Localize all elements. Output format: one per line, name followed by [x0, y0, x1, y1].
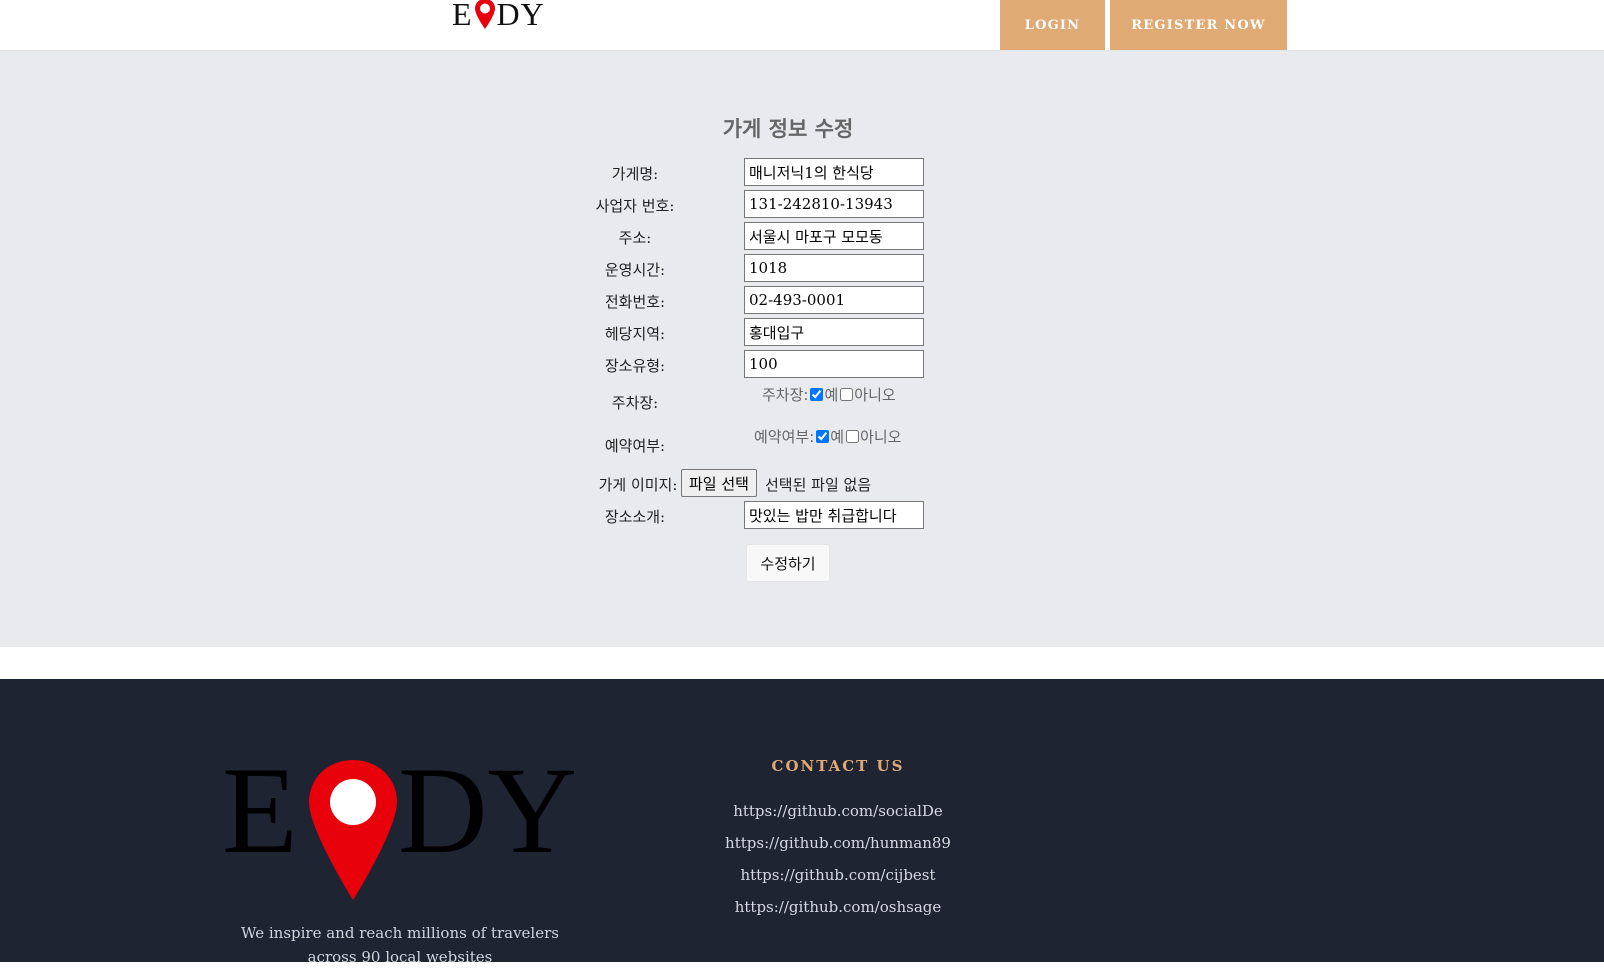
parking-yes-checkbox[interactable]	[810, 388, 824, 401]
footer-logo-letter-e: E	[222, 755, 298, 879]
github-link-socialde[interactable]: https://github.com/socialDe	[700, 802, 976, 820]
store-image-label: 가게 이미지:	[598, 476, 678, 494]
form-title: 가게 정보 수정	[722, 117, 854, 141]
business-hours-input[interactable]	[744, 254, 924, 282]
place-type-label: 장소유형:	[604, 357, 666, 375]
business-number-label: 사업자 번호:	[595, 197, 675, 215]
edit-store-form-section: 가게 정보 수정 가게명: 사업자 번호: 주소: 운영시간: 전화번호: 헤당…	[0, 51, 1604, 647]
login-button[interactable]: LOGIN	[1000, 0, 1105, 50]
region-row: 헤당지역:	[0, 318, 1604, 348]
parking-no-checkbox[interactable]	[840, 388, 854, 401]
map-pin-icon	[474, 0, 495, 29]
region-label: 헤당지역:	[604, 325, 666, 343]
parking-row: 주차장: 주차장: 예 아니오	[0, 384, 1604, 417]
contact-us-heading: CONTACT US	[771, 757, 905, 775]
tagline-line-1: We inspire and reach millions of travele…	[241, 924, 559, 942]
store-image-row: 가게 이미지: 파일 선택 선택된 파일 없음	[0, 469, 1604, 499]
register-now-button[interactable]: REGISTER NOW	[1110, 0, 1287, 50]
business-hours-label: 운영시간:	[604, 261, 666, 279]
reservation-yes-checkbox[interactable]	[816, 430, 830, 443]
address-label: 주소:	[618, 229, 652, 247]
logo-letter-e: E	[452, 0, 473, 32]
phone-row: 전화번호:	[0, 286, 1604, 316]
parking-yes-label: 예	[824, 386, 839, 404]
store-name-row: 가게명:	[0, 158, 1604, 188]
phone-label: 전화번호:	[604, 293, 666, 311]
footer-logo-letters-dy: DY	[398, 755, 574, 879]
logo-letters-dy: DY	[496, 0, 545, 32]
address-input[interactable]	[744, 222, 924, 250]
business-number-input[interactable]	[744, 190, 924, 218]
business-number-row: 사업자 번호:	[0, 190, 1604, 220]
github-link-hunman89[interactable]: https://github.com/hunman89	[700, 834, 976, 852]
parking-label: 주차장:	[611, 394, 659, 412]
github-link-cijbest[interactable]: https://github.com/cijbest	[700, 866, 976, 884]
intro-input[interactable]	[744, 501, 924, 529]
intro-row: 장소소개:	[0, 501, 1604, 531]
reservation-options: 예약여부: 예 아니오	[754, 426, 901, 447]
reservation-yes-label: 예	[830, 428, 845, 446]
site-logo[interactable]: E DY	[452, 0, 545, 34]
parking-options: 주차장: 예 아니오	[762, 384, 896, 405]
store-name-input[interactable]	[744, 158, 924, 186]
store-name-label: 가게명:	[611, 165, 659, 183]
footer-logo: E DY	[222, 755, 574, 900]
place-type-row: 장소유형:	[0, 350, 1604, 380]
file-status-text: 선택된 파일 없음	[765, 476, 872, 494]
tagline-line-2: across 90 local websites	[307, 948, 493, 966]
address-row: 주소:	[0, 222, 1604, 252]
top-navigation-bar: E DY LOGIN REGISTER NOW	[0, 0, 1604, 51]
github-link-oshsage[interactable]: https://github.com/oshsage	[700, 898, 976, 916]
reservation-row: 예약여부: 예약여부: 예 아니오	[0, 428, 1604, 460]
reservation-label: 예약여부:	[604, 437, 666, 455]
reservation-inline-label: 예약여부:	[754, 428, 815, 446]
phone-input[interactable]	[744, 286, 924, 314]
region-input[interactable]	[744, 318, 924, 346]
parking-inline-label: 주차장:	[762, 386, 809, 404]
reservation-no-checkbox[interactable]	[846, 430, 860, 443]
submit-edit-button[interactable]: 수정하기	[746, 544, 830, 582]
intro-label: 장소소개:	[604, 508, 666, 526]
business-hours-row: 운영시간:	[0, 254, 1604, 284]
reservation-no-label: 아니오	[860, 428, 902, 446]
choose-file-button[interactable]: 파일 선택	[681, 469, 757, 497]
parking-no-label: 아니오	[854, 386, 896, 404]
place-type-input[interactable]	[744, 350, 924, 378]
